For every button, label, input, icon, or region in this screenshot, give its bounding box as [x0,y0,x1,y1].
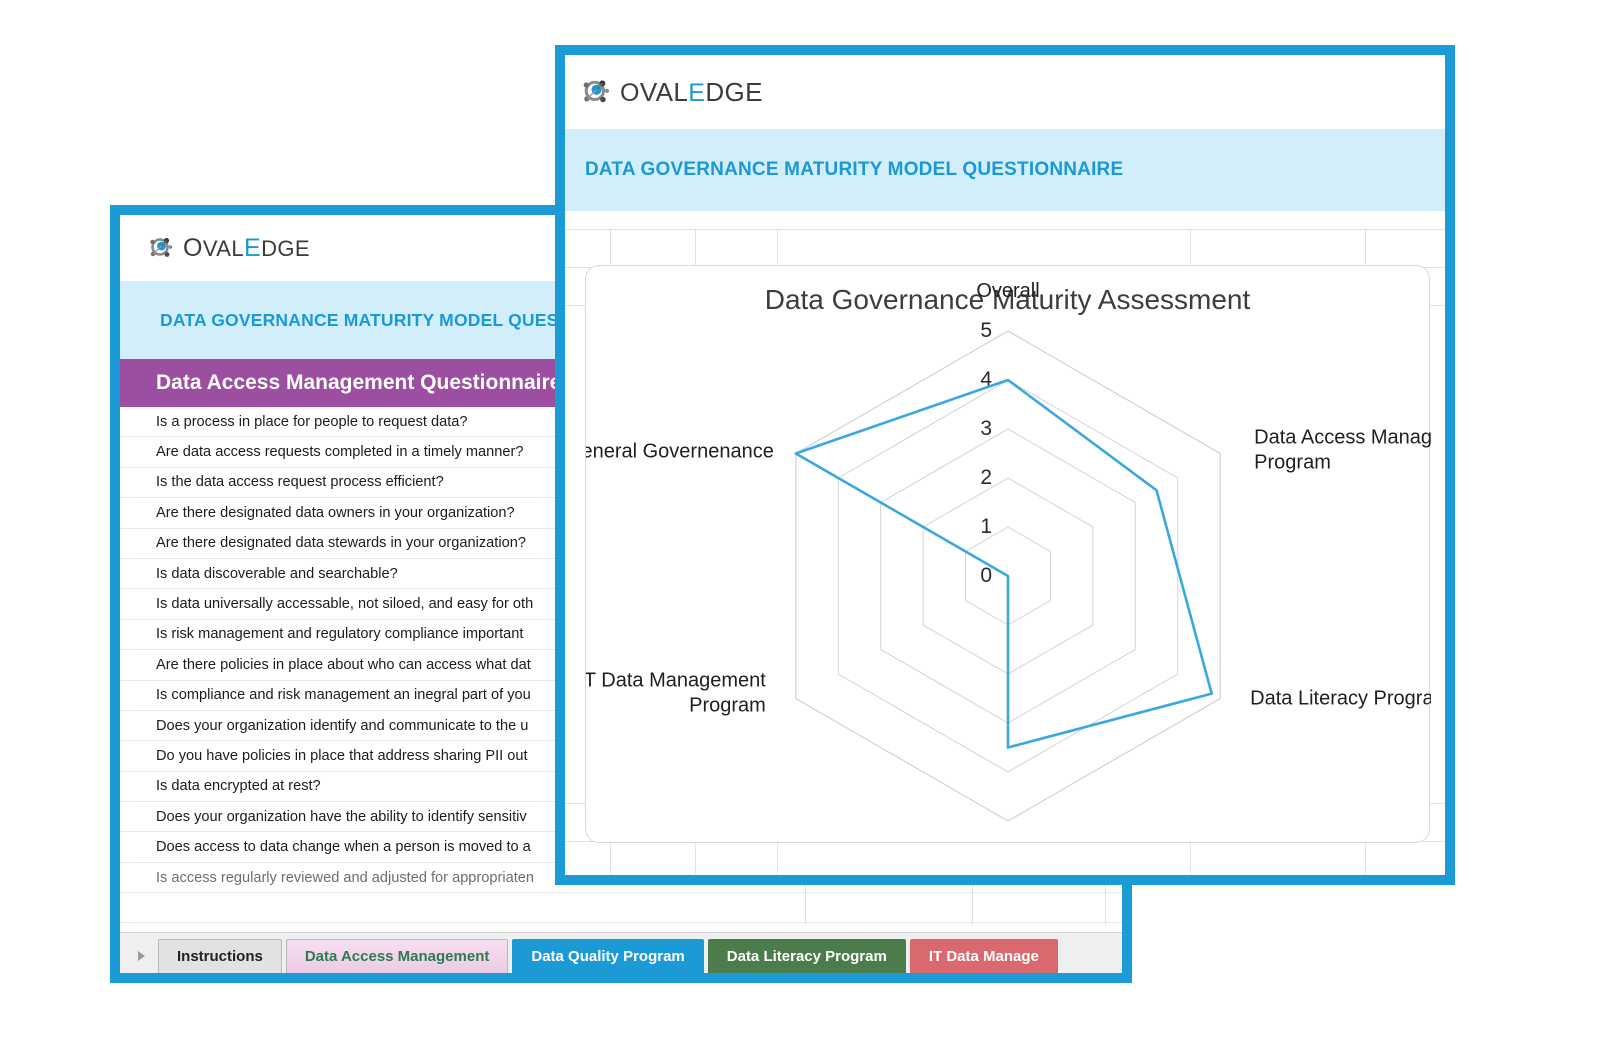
logo-letter-o: O [183,233,203,262]
logo-letters-dge: DGE [261,235,310,261]
radar-tick-label: 2 [980,466,992,489]
ovaledge-wordmark: OVALEDGE [183,234,310,263]
front-logo-bar: OVALEDGE [565,55,1445,129]
question-text: Does your organization identify and comm… [156,717,529,734]
ovaledge-network-icon [148,235,174,261]
question-text: Is the data access request process effic… [156,474,444,491]
radar-axis-label: IT Data Management [586,670,766,692]
section-header-text: Data Access Management Questionnaire [156,371,562,394]
sheet-tab-instructions[interactable]: Instructions [158,939,282,973]
question-text: Is compliance and risk management an ine… [156,687,531,704]
sheet-tab-label: Data Quality Program [531,948,685,965]
sheet-tab-itdm[interactable]: IT Data Manage [909,939,1058,973]
question-text: Are there designated data stewards in yo… [156,535,526,552]
radar-axis-label: Program [689,695,766,717]
question-text: Does access to data change when a person… [156,839,531,856]
logo-letter-e: E [688,78,706,107]
radar-axis-label: Data Literacy Program [1250,688,1431,710]
sheet-tab-bar[interactable]: Instructions Data Access Management Data Q… [120,932,1122,973]
question-text: Are there designated data owners in your… [156,504,515,521]
radar-axis-label: Data Access Management [1254,427,1431,449]
logo-letter-e: E [244,233,262,262]
question-text: Is data universally accessable, not silo… [156,596,534,613]
radar-axis-label: Overall [976,280,1039,302]
question-text: Is access regularly reviewed and adjuste… [156,869,535,886]
question-text: Do you have policies in place that addre… [156,747,528,764]
sheet-tab-label: Data Literacy Program [726,948,887,965]
front-title-text: DATA GOVERNANCE MATURITY MODEL QUESTIONN… [585,159,1124,180]
front-title-band: DATA GOVERNANCE MATURITY MODEL QUESTIONN… [565,129,1445,211]
sheet-tab-label: Instructions [177,948,263,965]
radar-chart: 012345OverallData Access ManagementProgr… [586,280,1431,822]
sheet-tabs[interactable]: Instructions Data Access Management Data Q… [158,939,1058,973]
question-text: Is data encrypted at rest? [156,778,321,795]
logo-letters-val: VAL [202,235,245,261]
logo-letters-val: VAL [639,76,689,107]
ovaledge-wordmark: OVALEDGE [620,77,763,108]
logo-letters-dge: DGE [705,76,763,107]
chart-window[interactable]: OVALEDGE DATA GOVERNANCE MATURITY MODEL … [555,45,1455,885]
sheet-tab-label: IT Data Manage [928,948,1039,965]
radar-chart-card: Data Governance Maturity Assessment 0123… [585,265,1431,843]
ovaledge-logo: OVALEDGE [148,234,310,263]
radar-tick-label: 5 [980,319,992,342]
tab-nav-right-icon[interactable] [128,939,154,973]
radar-axis-label: General Governenance [586,441,774,463]
question-text: Is a process in place for people to requ… [156,413,468,430]
sheet-tab-dqp[interactable]: Data Quality Program [512,939,704,973]
question-text: Does your organization have the ability … [156,808,527,825]
radar-axis-label: Program [1254,452,1331,474]
question-text: Is risk management and regulatory compli… [156,626,524,643]
sheet-tab-label: Data Access Management [304,948,490,965]
sheet-tab-dlp[interactable]: Data Literacy Program [707,939,906,973]
radar-series-maturity [794,378,1213,749]
radar-tick-label: 3 [980,417,992,440]
logo-letter-o: O [620,78,640,107]
question-text: Is data discoverable and searchable? [156,565,398,582]
sheet-tab-dam[interactable]: Data Access Management [285,939,509,973]
radar-tick-label: 0 [980,564,992,587]
question-text: Are there policies in place about who ca… [156,656,531,673]
ovaledge-network-icon [581,77,611,107]
radar-tick-label: 1 [980,515,992,538]
question-text: Are data access requests completed in a … [156,444,524,461]
chart-window-content: OVALEDGE DATA GOVERNANCE MATURITY MODEL … [565,55,1445,875]
ovaledge-logo: OVALEDGE [581,77,763,108]
